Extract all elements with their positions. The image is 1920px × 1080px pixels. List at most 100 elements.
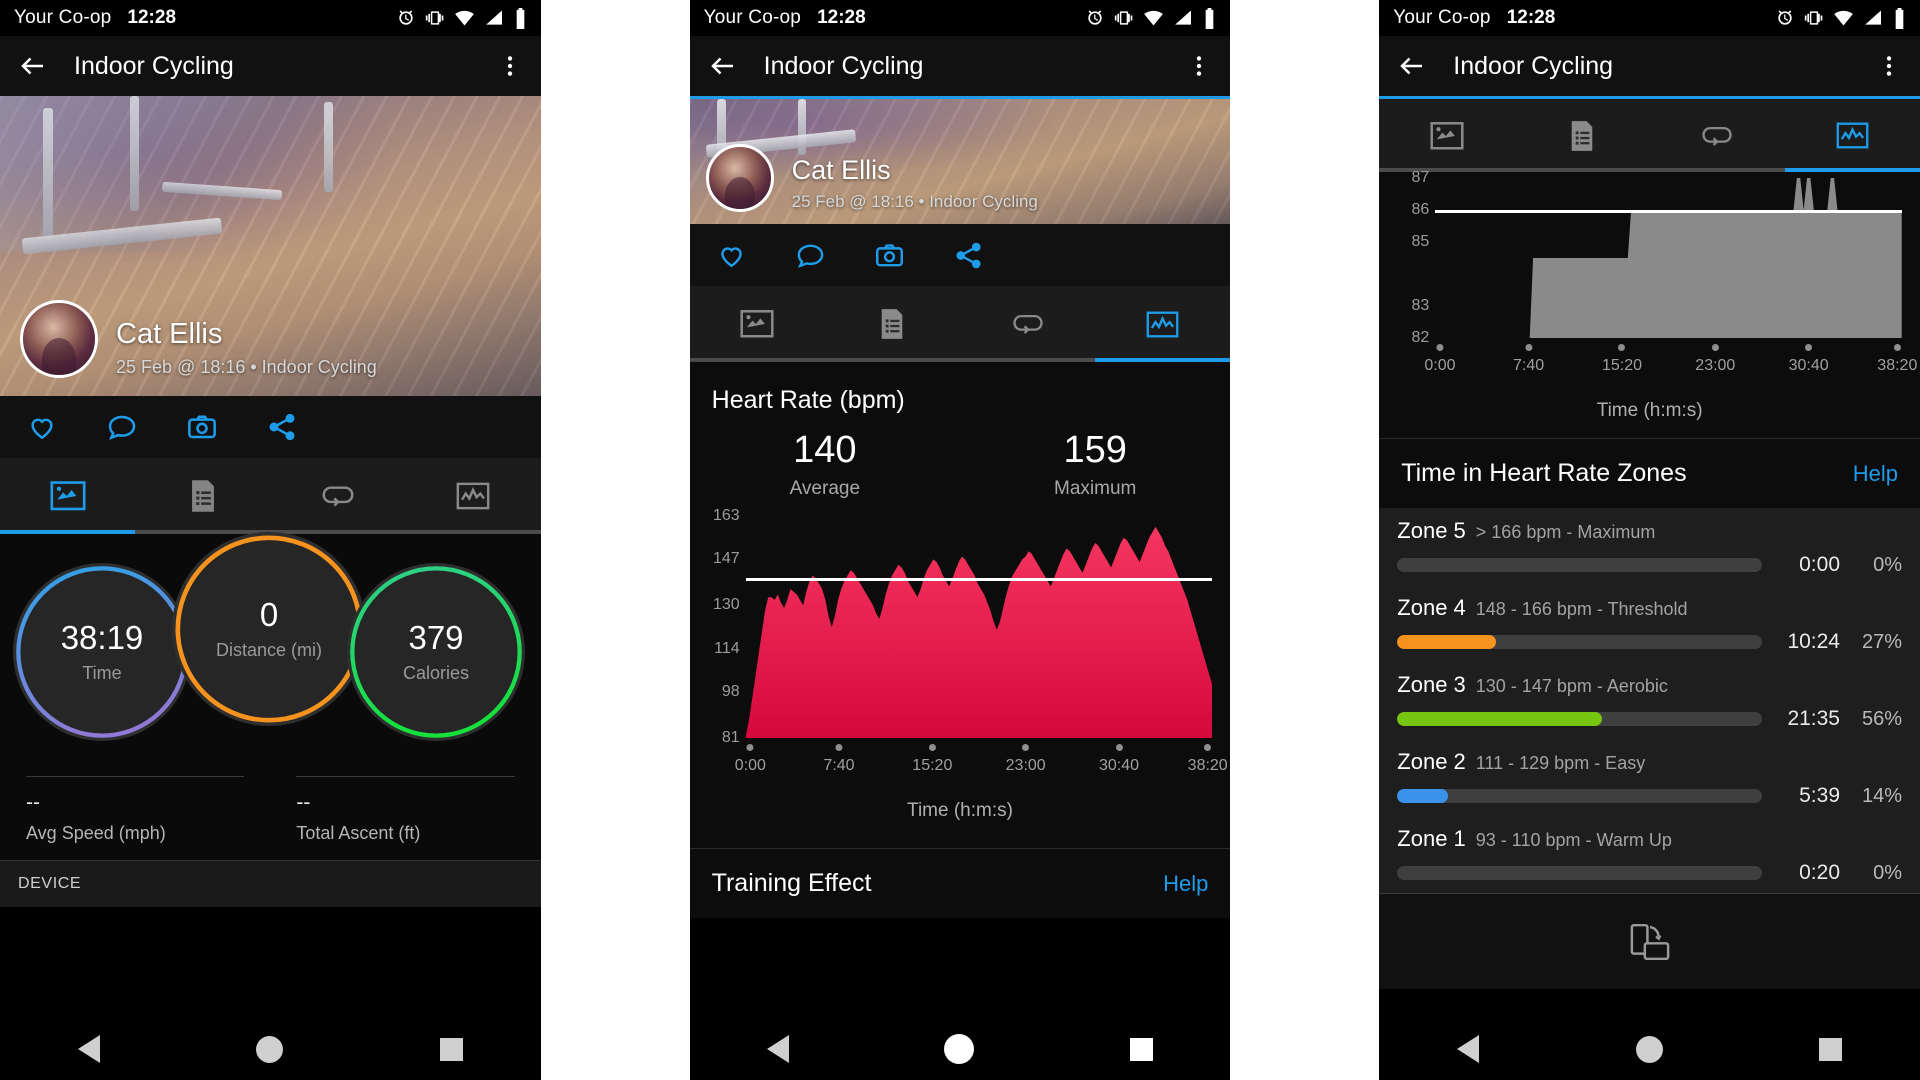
nav-back-icon-3[interactable] <box>1457 1035 1480 1063</box>
phone-panel-1: Your Co-op 12:28 Indoor Cycling Cat Elli… <box>0 0 541 1080</box>
tab-details-3[interactable] <box>1514 99 1649 172</box>
heart-icon-2[interactable] <box>716 240 747 271</box>
hr-zone-percent: 14% <box>1861 784 1902 807</box>
hr-zone-row[interactable]: Zone 4 148 - 166 bpm - Threshold 10:24 27% <box>1379 585 1920 662</box>
tab-details[interactable] <box>135 458 270 534</box>
hr-zones-help-link[interactable]: Help <box>1853 461 1898 487</box>
tab-charts[interactable] <box>406 458 541 534</box>
hr-zone-name: Zone 1 <box>1397 826 1466 851</box>
summary-circles: 38:19 Time 0 Distance (mi) 379 Calories <box>0 534 541 766</box>
hr-zone-bar-track <box>1397 712 1762 726</box>
android-nav-bar-2 <box>689 1018 1231 1080</box>
activity-hero-image-2: Cat Ellis 25 Feb @ 18:16 • Indoor Cyclin… <box>689 96 1231 224</box>
nav-back-icon[interactable] <box>78 1035 101 1063</box>
page-title: Indoor Cycling <box>74 51 234 80</box>
more-vert-icon[interactable] <box>497 53 523 79</box>
axis-tick-label: 85 <box>1411 233 1430 250</box>
metric-circle-calories[interactable]: 379 Calories <box>350 566 522 738</box>
tab-map-2[interactable] <box>690 286 825 362</box>
camera-icon-2[interactable] <box>874 240 905 271</box>
p3-x-axis: 0:00 7:40 15:20 23:00 30:40 38:20 <box>1424 338 1917 390</box>
back-arrow-icon-2[interactable] <box>708 51 738 81</box>
avatar-2[interactable] <box>705 144 774 212</box>
nav-back-icon-2[interactable] <box>767 1035 790 1063</box>
axis-tick-label: 30:40 <box>1788 357 1829 374</box>
axis-tick-label: 86 <box>1411 201 1430 218</box>
axis-tick-label: 30:40 <box>1098 757 1140 774</box>
camera-icon[interactable] <box>186 411 218 443</box>
metric-circle-time[interactable]: 38:19 Time <box>16 566 188 738</box>
tab-laps-3[interactable] <box>1650 99 1785 172</box>
comment-icon-2[interactable] <box>795 240 826 271</box>
android-nav-bar-1 <box>0 1018 541 1080</box>
hr-y-axis: 81 98 114 130 147 163 <box>690 507 740 746</box>
hr-zone-bar-track <box>1397 789 1762 803</box>
share-icon[interactable] <box>266 411 298 443</box>
app-bar: Indoor Cycling <box>0 36 541 96</box>
tab-charts-3[interactable] <box>1785 99 1920 172</box>
tab-charts-2[interactable] <box>1095 286 1230 362</box>
nav-recents-icon[interactable] <box>439 1037 463 1061</box>
vibrate-icon <box>425 8 445 28</box>
hr-zone-time: 10:24 <box>1787 630 1840 653</box>
axis-tick-dot <box>1204 744 1212 751</box>
p3-plot-area[interactable] <box>1435 178 1902 338</box>
hr-plot-area[interactable] <box>745 516 1213 738</box>
heart-icon[interactable] <box>26 411 58 443</box>
heart-rate-chart-panel: Heart Rate (bpm) 140 Average 159 Maximum… <box>689 362 1231 848</box>
tab-map-3[interactable] <box>1379 99 1514 172</box>
nav-home-icon-2[interactable] <box>944 1034 975 1064</box>
nav-recents-icon-2[interactable] <box>1129 1037 1153 1061</box>
hero-overlay-2: Cat Ellis 25 Feb @ 18:16 • Indoor Cyclin… <box>690 132 1231 224</box>
more-vert-icon-2[interactable] <box>1186 53 1212 79</box>
metric-circle-distance[interactable]: 0 Distance (mi) <box>175 535 363 723</box>
share-icon-2[interactable] <box>953 240 984 271</box>
chart-title: Heart Rate (bpm) <box>711 386 905 414</box>
hr-maximum: 159 Maximum <box>960 429 1230 500</box>
hr-zone-row[interactable]: Zone 5 > 166 bpm - Maximum 0:00 0% <box>1379 508 1920 585</box>
tab-details-2[interactable] <box>825 286 960 362</box>
more-vert-icon-3[interactable] <box>1876 53 1902 79</box>
hr-maximum-label: Maximum <box>1054 478 1137 499</box>
axis-tick: 23:00 <box>1695 338 1735 375</box>
tab-laps[interactable] <box>270 458 405 534</box>
hr-zone-bar-fill <box>1397 789 1449 803</box>
metric-ring-time <box>16 566 188 738</box>
back-arrow-icon[interactable] <box>18 51 48 81</box>
status-bar-3: Your Co-op 12:28 <box>1379 0 1920 36</box>
signal-icon <box>484 8 505 28</box>
hr-zone-row[interactable]: Zone 1 93 - 110 bpm - Warm Up 0:20 0% <box>1379 816 1920 893</box>
comment-icon[interactable] <box>106 411 138 443</box>
axis-tick-label: 15:20 <box>1601 357 1642 374</box>
tab-laps-2[interactable] <box>960 286 1095 362</box>
axis-tick-label: 87 <box>1411 169 1430 186</box>
nav-home-icon[interactable] <box>256 1035 284 1063</box>
nav-recents-icon-3[interactable] <box>1818 1037 1842 1061</box>
axis-tick-dot <box>1115 744 1123 751</box>
training-effect-help-link[interactable]: Help <box>1163 871 1208 897</box>
hr-zone-bar-fill <box>1397 712 1602 726</box>
user-name-2: Cat Ellis <box>791 155 891 186</box>
hr-zone-bar-track <box>1397 558 1762 572</box>
hr-zone-range: 148 - 166 bpm - Threshold <box>1475 599 1688 619</box>
user-name: Cat Ellis <box>116 318 223 351</box>
axis-tick: 38:20 <box>1877 338 1917 375</box>
hr-zone-row[interactable]: Zone 2 111 - 129 bpm - Easy 5:39 14% <box>1379 739 1920 816</box>
hr-zone-range: > 166 bpm - Maximum <box>1475 522 1656 542</box>
back-arrow-icon-3[interactable] <box>1397 51 1427 81</box>
axis-tick-label: 38:20 <box>1187 757 1228 774</box>
nav-home-icon-3[interactable] <box>1635 1035 1663 1063</box>
social-action-row <box>0 396 541 458</box>
axis-tick-dot <box>1525 344 1533 351</box>
activity-subtitle-2: 25 Feb @ 18:16 • Indoor Cycling <box>791 192 1038 211</box>
axis-tick: 7:40 <box>1513 338 1544 375</box>
hr-zone-bar-track <box>1397 866 1762 880</box>
axis-tick-label: 0:00 <box>734 757 766 774</box>
avatar[interactable] <box>20 300 98 378</box>
cast-devices-icon[interactable] <box>1628 921 1672 963</box>
p3-y-axis: 82 83 85 86 87 <box>1379 169 1430 346</box>
p3-x-axis-label: Time (h:m:s) <box>1596 400 1703 421</box>
hr-zone-row[interactable]: Zone 3 130 - 147 bpm - Aerobic 21:35 56% <box>1379 662 1920 739</box>
phone-panel-3: Your Co-op 12:28 Indoor Cycling 82 83 85… <box>1379 0 1920 1080</box>
tab-map[interactable] <box>0 458 135 534</box>
